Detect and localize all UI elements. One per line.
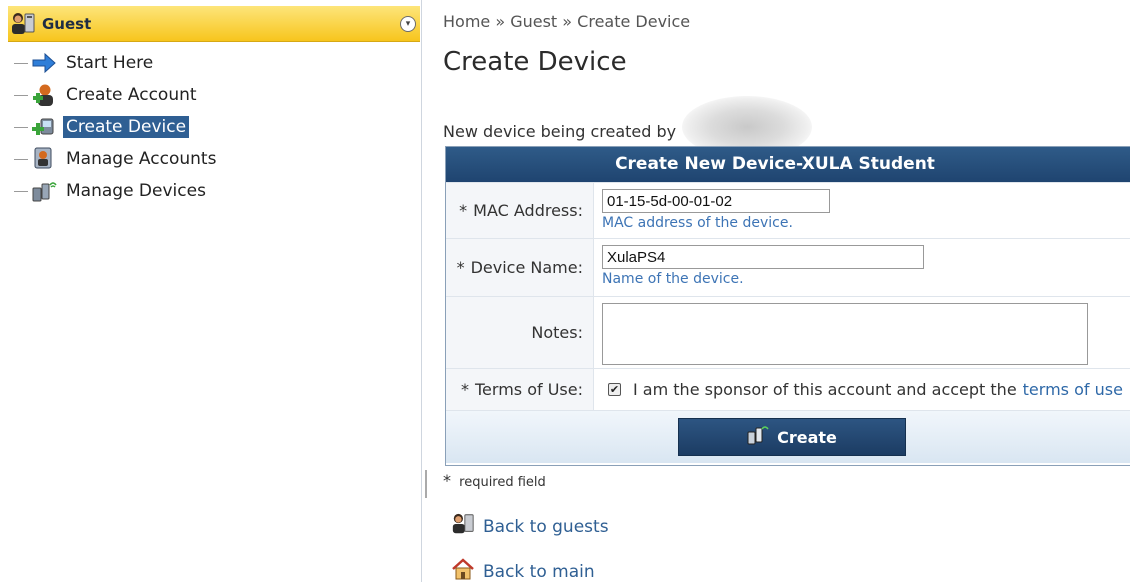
breadcrumb[interactable]: Home » Guest » Create Device bbox=[443, 12, 690, 31]
guest-group-icon bbox=[451, 512, 475, 541]
sidebar-splitter-handle[interactable] bbox=[425, 470, 427, 498]
back-to-guests-link[interactable]: Back to guests bbox=[483, 517, 609, 537]
required-star: * bbox=[461, 380, 469, 399]
sidebar-item-manage-accounts[interactable]: Manage Accounts bbox=[14, 143, 219, 175]
notes-row: Notes: bbox=[446, 296, 1130, 368]
create-button[interactable]: Create bbox=[678, 418, 906, 456]
sidebar-item-manage-devices[interactable]: Manage Devices bbox=[14, 175, 219, 207]
required-field-text: required field bbox=[459, 475, 546, 490]
notes-textarea[interactable] bbox=[602, 303, 1088, 365]
sidebar-item-label: Manage Accounts bbox=[66, 149, 217, 169]
device-name-input[interactable] bbox=[602, 245, 924, 269]
sidebar-header-title: Guest bbox=[42, 14, 92, 33]
create-button-label: Create bbox=[777, 427, 837, 447]
mac-address-input[interactable] bbox=[602, 189, 830, 213]
sidebar-item-start-here[interactable]: Start Here bbox=[14, 47, 219, 79]
page-title: Create Device bbox=[443, 47, 627, 77]
sidebar-tree: Start Here Create Account Create Device … bbox=[14, 47, 219, 207]
terms-of-use-link[interactable]: terms of use bbox=[1023, 380, 1123, 399]
created-by-text: New device being created by bbox=[443, 121, 677, 141]
guest-group-icon bbox=[10, 11, 36, 37]
devices-icon bbox=[31, 179, 57, 203]
terms-text: I am the sponsor of this account and acc… bbox=[633, 380, 1017, 399]
required-field-note: * required field bbox=[443, 471, 546, 490]
sidebar-item-create-device[interactable]: Create Device bbox=[14, 111, 219, 143]
device-name-hint: Name of the device. bbox=[602, 271, 744, 287]
mac-address-hint: MAC address of the device. bbox=[602, 215, 793, 231]
required-star: * bbox=[456, 258, 465, 277]
add-user-icon bbox=[31, 83, 57, 107]
form-actions: Create bbox=[446, 410, 1130, 463]
notes-label: Notes: bbox=[531, 323, 583, 342]
device-name-row: * Device Name: Name of the device. bbox=[446, 238, 1130, 296]
home-icon bbox=[451, 558, 475, 582]
collapse-icon[interactable]: ▾ bbox=[400, 16, 416, 32]
mac-address-label: MAC Address: bbox=[473, 201, 583, 220]
sidebar: Guest ▾ Start Here Create Account Create… bbox=[0, 0, 422, 582]
main-content: Home » Guest » Create Device Create Devi… bbox=[443, 0, 1130, 582]
form-title: Create New Device-XULA Student bbox=[446, 147, 1130, 182]
add-device-icon bbox=[31, 115, 57, 139]
required-star: * bbox=[459, 201, 468, 220]
terms-row: * Terms of Use: ✔ I am the sponsor of th… bbox=[446, 368, 1130, 410]
back-to-guests-row[interactable]: Back to guests bbox=[451, 512, 609, 541]
sidebar-item-label: Start Here bbox=[66, 53, 154, 73]
sidebar-header-guest[interactable]: Guest ▾ bbox=[8, 6, 420, 42]
sidebar-item-create-account[interactable]: Create Account bbox=[14, 79, 219, 111]
terms-label: Terms of Use: bbox=[475, 380, 583, 399]
mac-address-row: * MAC Address: MAC address of the device… bbox=[446, 182, 1130, 238]
device-name-label: Device Name: bbox=[470, 258, 583, 277]
back-to-main-link[interactable]: Back to main bbox=[483, 562, 595, 582]
manage-accounts-icon bbox=[31, 147, 57, 171]
terms-checkbox[interactable]: ✔ bbox=[608, 383, 621, 396]
create-device-form: Create New Device-XULA Student * MAC Add… bbox=[445, 146, 1130, 466]
sidebar-item-label: Create Account bbox=[66, 85, 197, 105]
sidebar-item-label: Manage Devices bbox=[66, 181, 206, 201]
required-star: * bbox=[443, 471, 451, 490]
sidebar-item-label: Create Device bbox=[63, 116, 190, 138]
back-to-main-row[interactable]: Back to main bbox=[451, 558, 595, 582]
devices-icon bbox=[747, 425, 769, 449]
arrow-right-icon bbox=[31, 51, 57, 75]
